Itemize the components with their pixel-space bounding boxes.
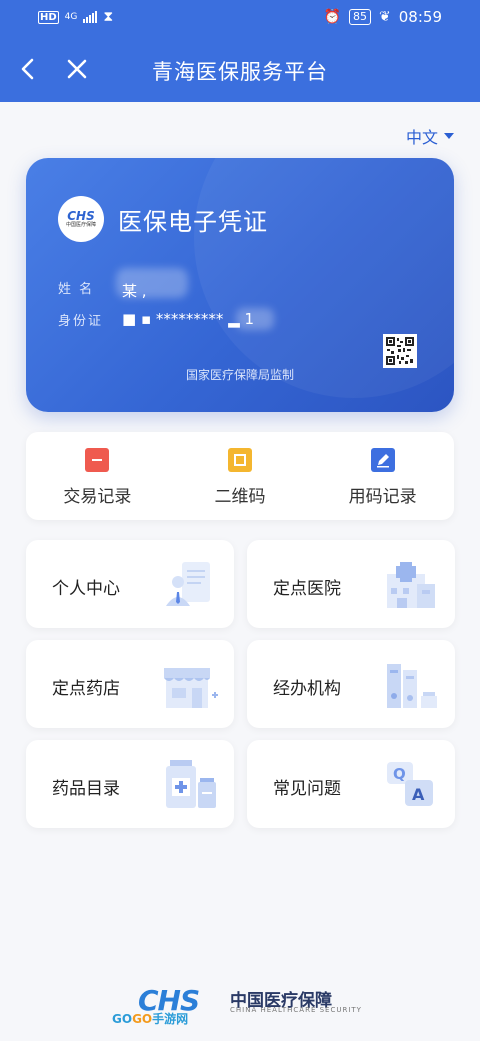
page-title: 青海医保服务平台 bbox=[152, 60, 328, 84]
name-value: 某 , bbox=[122, 282, 147, 300]
qrcode-thumbnail[interactable] bbox=[383, 334, 417, 368]
footer-brand: CHS 中国医疗保障 CHINA HEALTHCARE SECURITY bbox=[0, 984, 480, 1017]
name-label: 姓 名 bbox=[58, 282, 95, 297]
code-usage-records-label: 用码记录 bbox=[348, 487, 417, 507]
watermark-prefix: GO bbox=[112, 1012, 133, 1026]
medicine-icon bbox=[166, 760, 216, 808]
svg-text:Q: Q bbox=[393, 765, 406, 783]
svg-text:A: A bbox=[412, 785, 425, 804]
id-label: 身份证 bbox=[58, 314, 104, 329]
card-supervision-text: 国家医疗保障局监制 bbox=[185, 368, 294, 382]
code-usage-records-button[interactable]: 用码记录 bbox=[311, 432, 454, 520]
id-value: ■ ▪ ********* ▂ 1 bbox=[122, 310, 254, 328]
watermark-mid: GO bbox=[132, 1012, 153, 1026]
pharmacy-icon bbox=[164, 668, 218, 708]
tile-label: 常见问题 bbox=[273, 779, 341, 799]
qrcode-icon bbox=[386, 337, 414, 365]
tile-drug-catalog[interactable]: 药品目录 bbox=[26, 740, 234, 828]
e-voucher-card[interactable]: CHS 中国医疗保障 医保电子凭证 姓 名 某 , 身份证 ■ ▪ ******… bbox=[26, 158, 454, 412]
watermark: GOGO手游网 bbox=[112, 1010, 188, 1027]
chs-logo-text: CHS bbox=[67, 208, 95, 223]
tile-designated-pharmacies[interactable]: 定点药店 bbox=[26, 640, 234, 728]
status-bar: HD 4G ⧗ ⏰ 85 ❦ 08:59 bbox=[0, 0, 480, 34]
network-type: 4G bbox=[64, 12, 78, 22]
status-right: ⏰ 85 ❦ 08:59 bbox=[324, 8, 442, 26]
battery-icon: 85 bbox=[349, 9, 372, 25]
hospital-icon bbox=[387, 562, 435, 608]
tile-agencies[interactable]: 经办机构 bbox=[247, 640, 455, 728]
transaction-records-button[interactable]: 交易记录 bbox=[26, 432, 169, 520]
qrcode-icon bbox=[228, 448, 252, 472]
tile-label: 个人中心 bbox=[52, 579, 120, 599]
edit-icon bbox=[370, 448, 395, 472]
qrcode-button[interactable]: 二维码 bbox=[169, 432, 312, 520]
top-bar: HD 4G ⧗ ⏰ 85 ❦ 08:59 青海医保服务平台 bbox=[0, 0, 480, 102]
tile-label: 定点药店 bbox=[52, 679, 120, 699]
hourglass-icon: ⧗ bbox=[103, 9, 114, 25]
quick-actions: 交易记录 二维码 用码记录 bbox=[26, 432, 454, 520]
watermark-suffix: 手游网 bbox=[152, 1012, 189, 1026]
alarm-icon: ⏰ bbox=[323, 9, 342, 25]
tile-label: 定点医院 bbox=[273, 579, 341, 599]
hd-icon: HD bbox=[38, 10, 59, 24]
leaf-icon: ❦ bbox=[379, 9, 391, 25]
qa-icon: Q A bbox=[387, 762, 433, 806]
tile-personal-center[interactable]: 个人中心 bbox=[26, 540, 234, 628]
chs-logo-subtext: 中国医疗保障 bbox=[65, 221, 96, 228]
signal-icon bbox=[83, 11, 98, 23]
qrcode-label: 二维码 bbox=[214, 487, 266, 507]
tile-label: 药品目录 bbox=[52, 779, 120, 799]
document-icon bbox=[85, 448, 110, 472]
status-left: HD 4G ⧗ bbox=[38, 9, 113, 25]
office-files-icon bbox=[387, 664, 437, 708]
transaction-records-label: 交易记录 bbox=[63, 487, 132, 507]
tile-designated-hospitals[interactable]: 定点医院 bbox=[247, 540, 455, 628]
status-time: 08:59 bbox=[398, 8, 442, 26]
user-profile-icon bbox=[166, 562, 210, 606]
tile-faq[interactable]: 常见问题 Q A bbox=[247, 740, 455, 828]
language-label: 中文 bbox=[405, 128, 438, 147]
footer-brand-en: CHINA HEALTHCARE SECURITY bbox=[230, 1006, 362, 1014]
caret-down-icon bbox=[444, 133, 454, 139]
card-title: 医保电子凭证 bbox=[118, 208, 268, 236]
tile-label: 经办机构 bbox=[273, 679, 341, 699]
nav-bar: 青海医保服务平台 bbox=[0, 44, 480, 100]
chs-logo: CHS 中国医疗保障 bbox=[58, 196, 104, 242]
language-selector[interactable]: 中文 bbox=[406, 124, 454, 148]
